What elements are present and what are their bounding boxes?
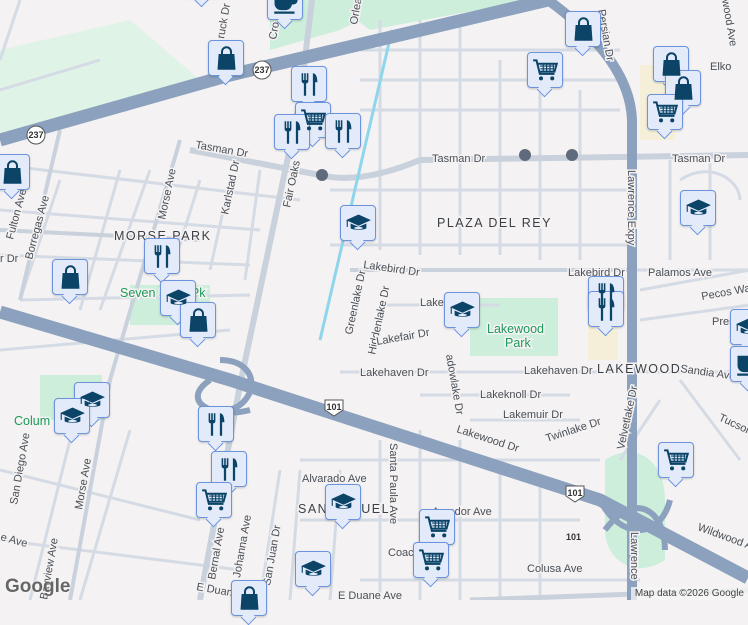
shopping-marker[interactable] [208,40,244,76]
shopping-marker[interactable] [52,259,88,295]
graduation-cap-icon [345,210,372,237]
shopping-cart-icon [663,447,690,474]
svg-text:adowlake Dr: adowlake Dr [443,353,465,416]
svg-text:Lawrence Expy: Lawrence Expy [625,170,637,246]
svg-text:Park: Park [505,336,531,350]
svg-text:Tasman Dr: Tasman Dr [432,153,486,165]
restaurant-marker[interactable] [211,451,247,487]
grocery-marker[interactable] [196,482,232,518]
school-marker[interactable] [340,205,376,241]
fork-knife-icon [149,243,176,270]
svg-text:ruck Dr: ruck Dr [215,2,233,39]
fork-knife-icon [330,118,357,145]
svg-text:wood Ave: wood Ave [719,0,739,47]
graduation-cap-icon [330,489,357,516]
svg-text:101: 101 [326,402,341,412]
shopping-bag-icon [0,159,26,186]
svg-text:Lakefair Dr: Lakefair Dr [375,327,430,348]
fork-knife-icon [593,296,620,323]
svg-text:Lakebird Dr: Lakebird Dr [363,259,421,279]
grocery-marker[interactable] [419,509,455,545]
svg-text:Pecos Wa: Pecos Wa [700,282,748,303]
restaurant-marker[interactable] [291,66,327,102]
school-marker[interactable] [54,398,90,434]
shopping-cart-icon [652,99,679,126]
svg-text:Elko: Elko [710,61,731,73]
coffee-marker[interactable] [730,346,748,382]
fork-knife-icon [216,456,243,483]
svg-text:Palamos Ave: Palamos Ave [648,267,712,279]
shopping-marker[interactable] [180,302,216,338]
svg-text:Lakehaven Dr: Lakehaven Dr [360,367,429,379]
svg-text:Lawrence: Lawrence [628,532,640,580]
map-canvas[interactable]: 237 237 101 101 Tasman Dr Tasman Dr Tasm… [0,0,748,600]
svg-text:Santa Paula Ave: Santa Paula Ave [387,443,399,524]
graduation-cap-icon [300,556,327,583]
restaurant-marker[interactable] [588,291,624,327]
shopping-cart-icon [532,57,559,84]
coffee-cup-icon [272,0,299,16]
graduation-cap-icon [685,195,712,222]
svg-text:101: 101 [567,488,582,498]
shopping-cart-icon [418,547,445,574]
shopping-marker[interactable] [565,11,601,47]
svg-text:San Diego Ave: San Diego Ave [8,432,32,506]
school-marker[interactable] [444,292,480,328]
map-attribution[interactable]: Map data ©2026 Google [630,587,748,600]
svg-text:237: 237 [28,130,43,140]
svg-text:101: 101 [566,532,581,542]
shopping-bag-icon [670,75,697,102]
svg-text:PLAZA DEL REY: PLAZA DEL REY [437,216,552,230]
svg-text:Lakemuir Dr: Lakemuir Dr [503,409,563,421]
shopping-bag-icon [185,307,212,334]
svg-text:Tasman Dr: Tasman Dr [672,153,726,165]
fork-knife-icon [203,411,230,438]
shopping-cart-icon [201,487,228,514]
restaurant-marker[interactable] [198,406,234,442]
graduation-cap-icon [59,403,86,430]
grocery-marker[interactable] [527,52,563,88]
shopping-bag-icon [658,51,685,78]
svg-text:Lakewood: Lakewood [487,322,544,336]
svg-text:E Duane Ave: E Duane Ave [338,590,402,600]
svg-text:Sandia Ave: Sandia Ave [680,363,737,383]
svg-text:Greenlake Dr: Greenlake Dr [343,269,368,336]
svg-text:Johanna Ave: Johanna Ave [231,514,254,579]
shopping-marker[interactable] [231,580,267,616]
shopping-bag-icon [570,16,597,43]
svg-text:237: 237 [254,65,269,75]
google-logo: Google [5,576,71,597]
shopping-marker[interactable] [0,154,30,190]
restaurant-marker[interactable] [325,113,361,149]
shopping-bag-icon [213,45,240,72]
coffee-marker[interactable] [267,0,303,20]
school-marker[interactable] [730,309,748,345]
grocery-marker[interactable] [647,94,683,130]
svg-text:e Ave: e Ave [0,531,29,550]
fork-knife-icon [296,71,323,98]
svg-text:San Juan Dr: San Juan Dr [261,524,283,587]
restaurant-marker[interactable] [144,238,180,274]
svg-text:r Dr: r Dr [0,253,19,265]
school-marker[interactable] [325,484,361,520]
svg-text:Colusa Ave: Colusa Ave [527,563,582,575]
fork-knife-icon [279,119,306,146]
shopping-cart-icon [424,514,451,541]
svg-text:Colum: Colum [14,414,50,428]
coffee-cup-icon [735,351,748,378]
grocery-marker[interactable] [658,442,694,478]
svg-text:Lakeknoll Dr: Lakeknoll Dr [480,389,541,401]
school-marker[interactable] [680,190,716,226]
svg-text:LAKEWOOD: LAKEWOOD [597,362,681,376]
svg-text:Lakehaven Dr: Lakehaven Dr [524,365,593,377]
graduation-cap-icon [735,314,748,341]
school-marker[interactable] [295,551,331,587]
shopping-bag-icon [236,585,263,612]
shopping-bag-icon [57,264,84,291]
restaurant-marker[interactable] [274,114,310,150]
svg-text:Karlstad Dr: Karlstad Dr [219,159,242,216]
grocery-marker[interactable] [413,542,449,578]
graduation-cap-icon [449,297,476,324]
svg-text:Morse Ave: Morse Ave [156,167,179,220]
